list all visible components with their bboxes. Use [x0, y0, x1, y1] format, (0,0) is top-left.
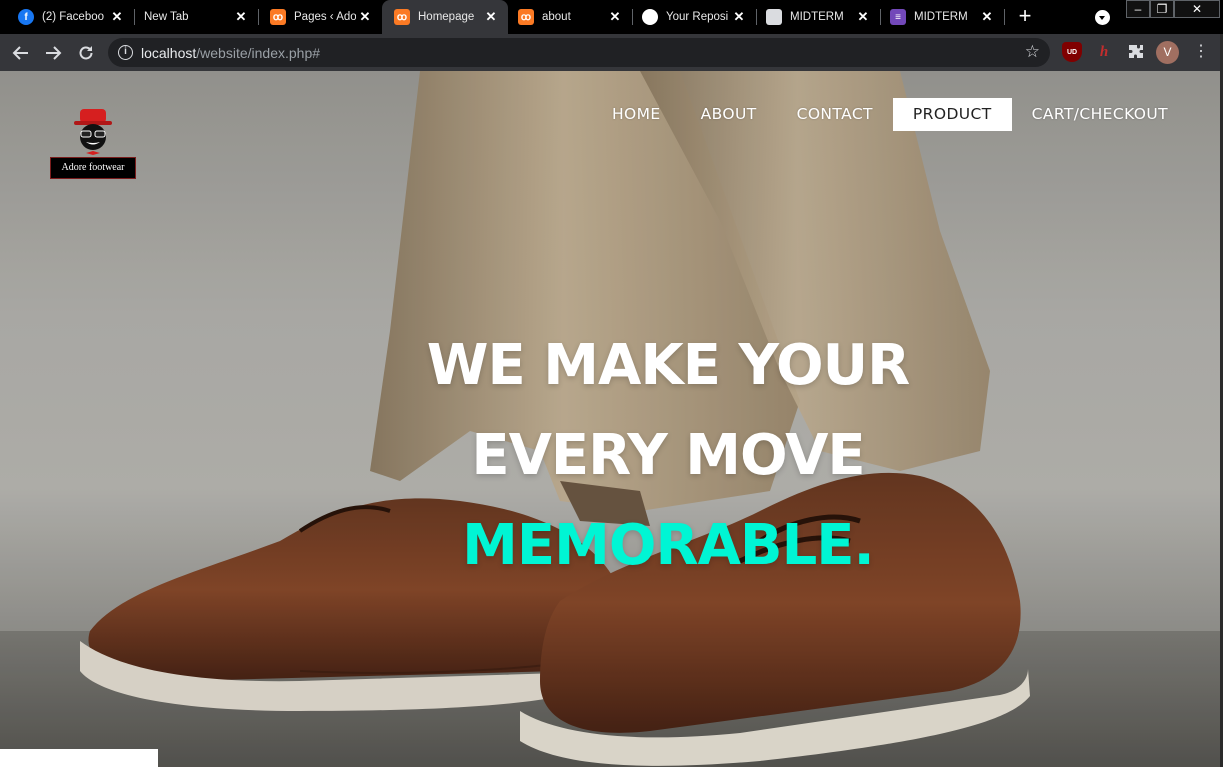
logo-mascot-icon	[74, 109, 112, 155]
nav-home[interactable]: HOME	[592, 98, 681, 131]
new-tab-plus-icon[interactable]: +	[1014, 5, 1036, 28]
tab-midterm-2[interactable]: ≡ MIDTERM ✕	[880, 0, 1004, 34]
browser-menu-icon[interactable]: ⋮	[1193, 42, 1209, 64]
hero-headline: WE MAKE YOUR EVERY MOVE MEMORABLE.	[403, 321, 933, 591]
url-text[interactable]: localhost/website/index.php#	[141, 45, 320, 61]
tab-your-repositories[interactable]: Your Repositories ✕	[632, 0, 756, 34]
back-arrow-icon[interactable]	[9, 41, 33, 65]
nav-cart-checkout[interactable]: CART/CHECKOUT	[1012, 98, 1188, 131]
hero-section: Adore footwear HOME ABOUT CONTACT PRODUC…	[0, 71, 1220, 767]
close-icon[interactable]: ✕	[110, 10, 124, 24]
browser-toolbar: i localhost/website/index.php# ☆ UD h	[0, 34, 1223, 71]
tab-label: Your Repositories	[666, 11, 728, 23]
xampp-icon: ꝏ	[270, 9, 286, 25]
tab-pages-adore[interactable]: ꝏ Pages ‹ Adore ✕	[258, 0, 382, 34]
tab-homepage[interactable]: ꝏ Homepage ✕	[382, 0, 508, 34]
person-icon	[766, 9, 782, 25]
close-icon[interactable]: ✕	[608, 10, 622, 24]
close-icon[interactable]: ✕	[484, 10, 498, 24]
site-info-icon[interactable]: i	[118, 45, 133, 60]
tab-label: Pages ‹ Adore	[294, 11, 356, 23]
forms-icon: ≡	[890, 9, 906, 25]
hypothesis-extension-icon[interactable]: h	[1094, 42, 1114, 62]
xampp-icon: ꝏ	[518, 9, 534, 25]
tab-label: MIDTERM	[914, 11, 968, 23]
headline-accent: MEMORABLE.	[462, 513, 875, 578]
tab-label: Homepage	[418, 11, 475, 23]
profile-avatar[interactable]: V	[1156, 41, 1179, 64]
tab-label: MIDTERM	[790, 11, 844, 23]
headline-line-1: WE MAKE YOUR	[426, 333, 910, 398]
extensions-puzzle-icon[interactable]	[1126, 42, 1146, 62]
logo-text: Adore footwear	[50, 157, 136, 179]
ublock-extension-icon[interactable]: UD	[1062, 42, 1082, 62]
tab-strip: f (2) Facebook ✕ New Tab ✕ ꝏ Pages ‹ Ado…	[0, 0, 1223, 34]
tab-new-tab[interactable]: New Tab ✕	[134, 0, 258, 34]
bookmark-star-icon[interactable]: ☆	[1025, 42, 1040, 62]
url-path: /website/index.php#	[196, 45, 321, 61]
tab-label: New Tab	[144, 11, 189, 23]
github-icon	[642, 9, 658, 25]
main-nav: HOME ABOUT CONTACT PRODUCT CART/CHECKOUT	[592, 98, 1188, 131]
nav-contact[interactable]: CONTACT	[777, 98, 893, 131]
site-logo[interactable]: Adore footwear	[50, 107, 136, 179]
close-icon[interactable]: ✕	[358, 10, 372, 24]
tab-about[interactable]: ꝏ about ✕	[508, 0, 632, 34]
nav-product[interactable]: PRODUCT	[892, 98, 1012, 131]
close-icon[interactable]: ✕	[234, 10, 248, 24]
tab-midterm-1[interactable]: MIDTERM ✕	[756, 0, 880, 34]
close-icon[interactable]: ✕	[732, 10, 746, 24]
tab-label: about	[542, 11, 571, 23]
nav-about[interactable]: ABOUT	[681, 98, 777, 131]
tab-label: (2) Facebook	[42, 11, 104, 23]
footer-tab	[0, 749, 158, 767]
tab-search-dropdown-icon[interactable]	[1095, 10, 1110, 25]
restore-icon[interactable]: ❐	[1150, 0, 1174, 18]
close-icon[interactable]: ✕	[856, 10, 870, 24]
facebook-icon: f	[18, 9, 34, 25]
forward-arrow-icon[interactable]	[41, 41, 65, 65]
xampp-icon: ꝏ	[394, 9, 410, 25]
url-host: localhost	[141, 45, 197, 61]
tab-facebook[interactable]: f (2) Facebook ✕	[0, 0, 134, 34]
address-bar[interactable]: i localhost/website/index.php# ☆	[108, 38, 1050, 67]
minimize-icon[interactable]: –	[1126, 0, 1150, 18]
close-window-icon[interactable]: ✕	[1174, 0, 1220, 18]
headline-line-2: EVERY MOVE	[471, 423, 865, 488]
reload-icon[interactable]	[74, 41, 98, 65]
ext-ud-label: UD	[1066, 48, 1078, 56]
close-icon[interactable]: ✕	[980, 10, 994, 24]
ext-h-label: h	[1099, 43, 1109, 60]
